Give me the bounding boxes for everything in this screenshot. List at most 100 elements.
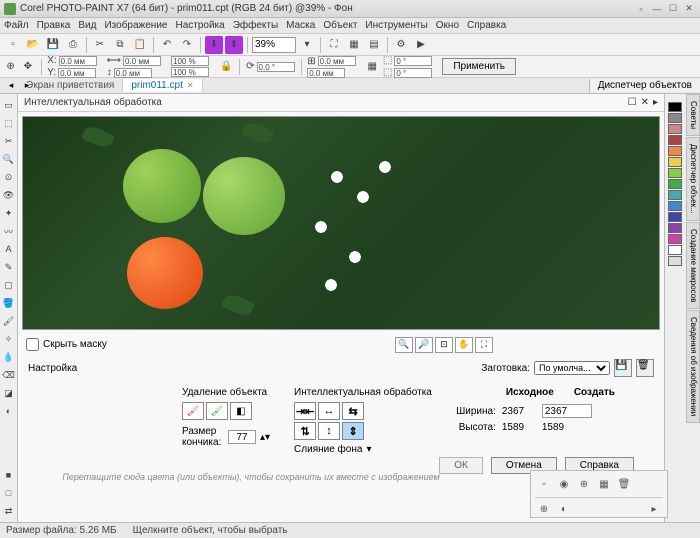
- color-swatch[interactable]: [668, 135, 682, 145]
- skew-y[interactable]: 0 °: [394, 68, 432, 78]
- menu-mask[interactable]: Маска: [286, 20, 315, 31]
- pick-tool-icon[interactable]: ▭: [2, 98, 16, 112]
- color-swatch[interactable]: [668, 146, 682, 156]
- new-object-icon[interactable]: ▫: [537, 477, 551, 491]
- hide-mask-checkbox[interactable]: [26, 338, 39, 351]
- fill-tool-icon[interactable]: 🪣: [2, 296, 16, 310]
- color-swatch[interactable]: [668, 256, 682, 266]
- color-swatch[interactable]: [668, 113, 682, 123]
- pos-y[interactable]: 0.0 мм: [58, 68, 96, 78]
- preserve-brush-icon[interactable]: 🖌: [206, 402, 228, 420]
- width-target-input[interactable]: [542, 404, 592, 418]
- auto-v-icon[interactable]: ⇕: [342, 422, 364, 440]
- vtab-imageinfo[interactable]: Сведения об изображении: [686, 310, 700, 423]
- text-tool-icon[interactable]: A: [2, 242, 16, 256]
- vtab-objects[interactable]: Диспетчер объек...: [686, 137, 700, 221]
- touchup-tool-icon[interactable]: ✦: [2, 206, 16, 220]
- zoom-dropdown-icon[interactable]: ▾: [298, 36, 316, 54]
- clone-tool-icon[interactable]: ⊙: [2, 170, 16, 184]
- redo-icon[interactable]: ↷: [178, 36, 196, 54]
- color-swatch[interactable]: [668, 234, 682, 244]
- center-y[interactable]: 0.0 мм: [307, 68, 345, 78]
- erase-tool-icon[interactable]: ⌫: [2, 368, 16, 382]
- menu-view[interactable]: Вид: [78, 20, 96, 31]
- objects-docker-tab[interactable]: Диспетчер объектов: [589, 79, 700, 92]
- scale-x[interactable]: 100 %: [171, 56, 209, 66]
- menu-edit[interactable]: Правка: [37, 20, 71, 31]
- color-swatch[interactable]: [668, 102, 682, 112]
- color-swatch[interactable]: [668, 212, 682, 222]
- color-swatch[interactable]: [668, 201, 682, 211]
- angle-field[interactable]: 0.0 °: [257, 62, 295, 72]
- brush-size-input[interactable]: [228, 430, 256, 444]
- menu-tools[interactable]: Инструменты: [365, 20, 427, 31]
- remove-brush-icon[interactable]: 🖌: [182, 402, 204, 420]
- color-swatch[interactable]: [668, 245, 682, 255]
- preset-dropdown[interactable]: По умолча...: [534, 361, 610, 375]
- auto-h-icon[interactable]: ⇆: [342, 402, 364, 420]
- import-icon[interactable]: ⬇: [205, 36, 223, 54]
- menu-effects[interactable]: Эффекты: [233, 20, 278, 31]
- eyedrop-tool-icon[interactable]: 💧: [2, 350, 16, 364]
- dialog-restore-icon[interactable]: ☐: [628, 97, 637, 108]
- preview-canvas[interactable]: [22, 116, 660, 330]
- tab-document[interactable]: prim011.cpt✕: [123, 79, 202, 92]
- mask-tool-icon[interactable]: ⬚: [2, 116, 16, 130]
- bg-color-icon[interactable]: □: [2, 486, 16, 500]
- expand-h-icon[interactable]: ↔: [318, 402, 340, 420]
- copy-icon[interactable]: ⧉: [111, 36, 129, 54]
- transparency-tool-icon[interactable]: ◐: [2, 404, 16, 418]
- nav-fwd-icon[interactable]: ▸: [20, 78, 34, 92]
- crop-tool-icon[interactable]: ✂: [2, 134, 16, 148]
- vtab-hints[interactable]: Советы: [686, 94, 700, 136]
- close-tab-icon[interactable]: ✕: [187, 81, 194, 90]
- nav-back-icon[interactable]: ◂: [4, 78, 18, 92]
- cut-icon[interactable]: ✂: [91, 36, 109, 54]
- delete-object-icon[interactable]: 🗑: [617, 477, 631, 491]
- contract-v-icon[interactable]: ⇅: [294, 422, 316, 440]
- color-swatch[interactable]: [668, 124, 682, 134]
- print-icon[interactable]: ⎙: [64, 36, 82, 54]
- liquid-tool-icon[interactable]: 〰: [2, 224, 16, 238]
- minimize-button[interactable]: —: [650, 3, 664, 15]
- maximize-button[interactable]: ☐: [666, 3, 680, 15]
- actual-icon[interactable]: ⛶: [475, 337, 493, 353]
- fit-icon[interactable]: ⊡: [435, 337, 453, 353]
- menu-image[interactable]: Изображение: [104, 20, 167, 31]
- color-swatch[interactable]: [668, 190, 682, 200]
- apply-button[interactable]: Применить: [442, 58, 516, 75]
- group-icon[interactable]: ▦: [597, 477, 611, 491]
- open-icon[interactable]: 📂: [24, 36, 42, 54]
- transform-icon[interactable]: ⊕: [4, 58, 17, 76]
- menu-adjust[interactable]: Настройка: [175, 20, 224, 31]
- rect-tool-icon[interactable]: ▢: [2, 278, 16, 292]
- path-tool-icon[interactable]: ✎: [2, 260, 16, 274]
- fullscreen-icon[interactable]: ⛶: [325, 36, 343, 54]
- opts-icon[interactable]: ⚙: [392, 36, 410, 54]
- color-swatch[interactable]: [668, 179, 682, 189]
- zoom-level[interactable]: 39%: [252, 37, 296, 53]
- paste-icon[interactable]: 📋: [131, 36, 149, 54]
- doc-icon[interactable]: ▫: [634, 3, 648, 15]
- delete-preset-icon[interactable]: 🗑: [636, 359, 654, 377]
- new-lens-icon[interactable]: ◉: [557, 477, 571, 491]
- contract-h-icon[interactable]: ⇥⇤: [294, 402, 316, 420]
- pos-x[interactable]: 0.0 мм: [59, 56, 97, 66]
- menu-object[interactable]: Объект: [323, 20, 357, 31]
- color-swatch[interactable]: [668, 157, 682, 167]
- scale-y[interactable]: 100 %: [171, 67, 209, 77]
- color-swatch[interactable]: [668, 223, 682, 233]
- lock-ratio-icon[interactable]: 🔒: [219, 58, 233, 76]
- lock-obj-icon[interactable]: ⊕: [537, 502, 551, 516]
- brush-tool-icon[interactable]: 🖌: [2, 314, 16, 328]
- effect-tool-icon[interactable]: ✧: [2, 332, 16, 346]
- save-icon[interactable]: 💾: [44, 36, 62, 54]
- export-icon[interactable]: ⬆: [225, 36, 243, 54]
- grid-icon[interactable]: ▤: [365, 36, 383, 54]
- pan-icon[interactable]: ✋: [455, 337, 473, 353]
- zoom-in-icon[interactable]: 🔍: [395, 337, 413, 353]
- height-field[interactable]: 0.0 мм: [114, 68, 152, 78]
- zoom-tool-icon[interactable]: 🔍: [2, 152, 16, 166]
- save-preset-icon[interactable]: 💾: [614, 359, 632, 377]
- move-icon[interactable]: ✥: [21, 58, 34, 76]
